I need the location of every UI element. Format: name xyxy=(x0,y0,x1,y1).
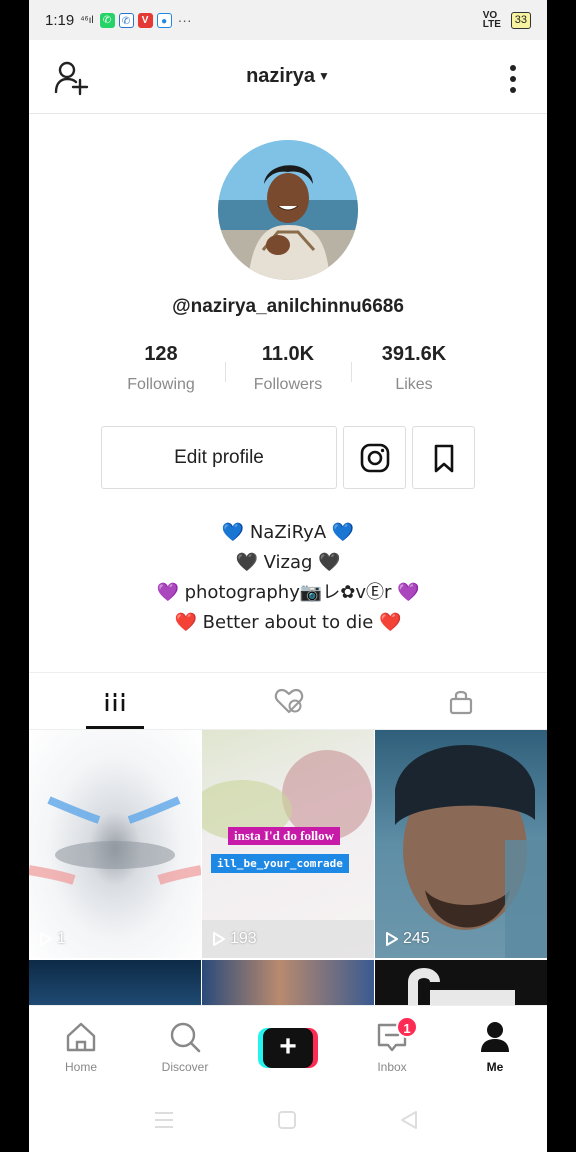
thumbnail-art xyxy=(408,968,515,1005)
view-count: 245 xyxy=(385,930,430,948)
tab-videos[interactable] xyxy=(29,673,201,729)
hidden-heart-icon xyxy=(274,688,304,714)
nav-home[interactable]: Home xyxy=(29,1006,133,1086)
tab-liked[interactable] xyxy=(202,673,374,729)
bio-line: ❤️ Better about to die ❤️ xyxy=(174,612,402,633)
video-thumbnail[interactable] xyxy=(29,960,201,1005)
home-button-icon[interactable] xyxy=(277,1110,297,1130)
avatar[interactable] xyxy=(218,140,358,280)
tab-private[interactable] xyxy=(375,673,547,729)
active-tab-indicator xyxy=(86,726,144,729)
following-label: Following xyxy=(127,376,195,393)
more-options-icon[interactable] xyxy=(507,64,519,94)
app-screen: 1:19 ⁴⁶ıl ✆ ✆ V ● ··· VO LTE 33 nazirya ▼ xyxy=(29,0,547,1152)
lock-icon xyxy=(449,690,473,715)
play-icon xyxy=(386,932,398,946)
view-count: 193 xyxy=(212,930,257,948)
plus-icon: + xyxy=(263,1028,313,1068)
view-count-value: 1 xyxy=(57,930,66,947)
status-time: 1:19 xyxy=(45,11,75,29)
thumbnail-art xyxy=(395,745,547,958)
inbox-badge: 1 xyxy=(396,1016,418,1038)
video-thumbnail[interactable]: insta I'd do follow ill_be_your_comrade … xyxy=(202,730,374,958)
likes-count: 391.6K xyxy=(381,343,447,365)
stat-divider xyxy=(225,362,226,382)
view-count-value: 193 xyxy=(230,930,257,947)
view-count-value: 245 xyxy=(403,930,430,947)
caret-down-icon: ▼ xyxy=(318,69,330,83)
profile-handle: @nazirya_anilchinnu6686 xyxy=(172,296,404,317)
profile-icon xyxy=(481,1022,509,1052)
volte-icon: VO LTE xyxy=(482,10,501,30)
nav-discover-label: Discover xyxy=(161,1060,209,1074)
home-icon xyxy=(66,1022,96,1052)
instagram-icon xyxy=(360,443,390,473)
grid-icon xyxy=(104,693,126,711)
nav-discover[interactable]: Discover xyxy=(133,1006,237,1086)
username-title: nazirya xyxy=(246,65,316,87)
profile-bio: 💙 NaZiRyA 💙 🖤 Vizag 🖤 💜 photography📷レ✿vⒺ… xyxy=(29,518,547,638)
instagram-button[interactable] xyxy=(343,426,406,489)
bottom-navigation: Home Discover + 1 Inbox Me xyxy=(29,1005,547,1085)
vivaldi-icon: V xyxy=(137,12,153,28)
video-thumbnail[interactable]: 1 xyxy=(29,730,201,958)
view-count: 1 xyxy=(39,930,66,948)
following-count: 128 xyxy=(144,343,178,365)
video-caption-overlay: insta I'd do follow xyxy=(228,827,341,845)
bio-line: 💙 NaZiRyA 💙 xyxy=(221,522,355,543)
video-caption-overlay: ill_be_your_comrade xyxy=(211,854,349,873)
whatsapp-icon: ✆ xyxy=(99,12,115,28)
system-navigation-bar xyxy=(29,1085,547,1152)
profile-header: nazirya ▼ xyxy=(29,40,547,114)
status-bar: 1:19 ⁴⁶ıl ✆ ✆ V ● ··· VO LTE 33 xyxy=(29,0,547,40)
stat-likes[interactable]: 391.6K Likes xyxy=(354,343,474,394)
followers-count: 11.0K xyxy=(261,343,315,365)
nav-me[interactable]: Me xyxy=(443,1006,547,1086)
nav-me-label: Me xyxy=(486,1060,504,1074)
edit-profile-button[interactable]: Edit profile xyxy=(101,426,337,489)
nav-home-label: Home xyxy=(64,1060,97,1074)
nav-inbox[interactable]: 1 Inbox xyxy=(340,1006,444,1086)
thumbnail-art xyxy=(29,796,201,885)
video-thumbnail[interactable] xyxy=(375,960,547,1005)
followers-label: Followers xyxy=(253,376,323,393)
messenger-icon: ● xyxy=(156,12,172,28)
bookmark-icon xyxy=(434,444,454,473)
video-thumbnail[interactable] xyxy=(202,960,374,1005)
bio-line: 🖤 Vizag 🖤 xyxy=(235,552,341,573)
back-icon[interactable] xyxy=(399,1110,419,1130)
stat-followers[interactable]: 11.0K Followers xyxy=(228,343,348,394)
battery-icon: 33 xyxy=(510,11,531,29)
phone-icon: ✆ xyxy=(118,12,134,28)
favorites-button[interactable] xyxy=(412,426,475,489)
signal-icon: ⁴⁶ıl xyxy=(80,14,94,26)
more-notifications-icon: ··· xyxy=(177,12,192,28)
nav-inbox-label: Inbox xyxy=(377,1060,407,1074)
play-icon xyxy=(40,932,52,946)
play-icon xyxy=(213,932,225,946)
account-switcher[interactable]: nazirya ▼ xyxy=(29,65,547,88)
stat-divider xyxy=(351,362,352,382)
recent-apps-icon[interactable] xyxy=(153,1110,175,1130)
video-thumbnail[interactable]: 245 xyxy=(375,730,547,958)
search-icon xyxy=(170,1022,201,1053)
stat-following[interactable]: 128 Following xyxy=(101,343,221,394)
create-video-button[interactable]: + xyxy=(258,1028,318,1068)
likes-label: Likes xyxy=(395,376,433,393)
content-tabs xyxy=(29,672,547,730)
bio-line: 💜 photography📷レ✿vⒺr 💜 xyxy=(156,582,420,603)
